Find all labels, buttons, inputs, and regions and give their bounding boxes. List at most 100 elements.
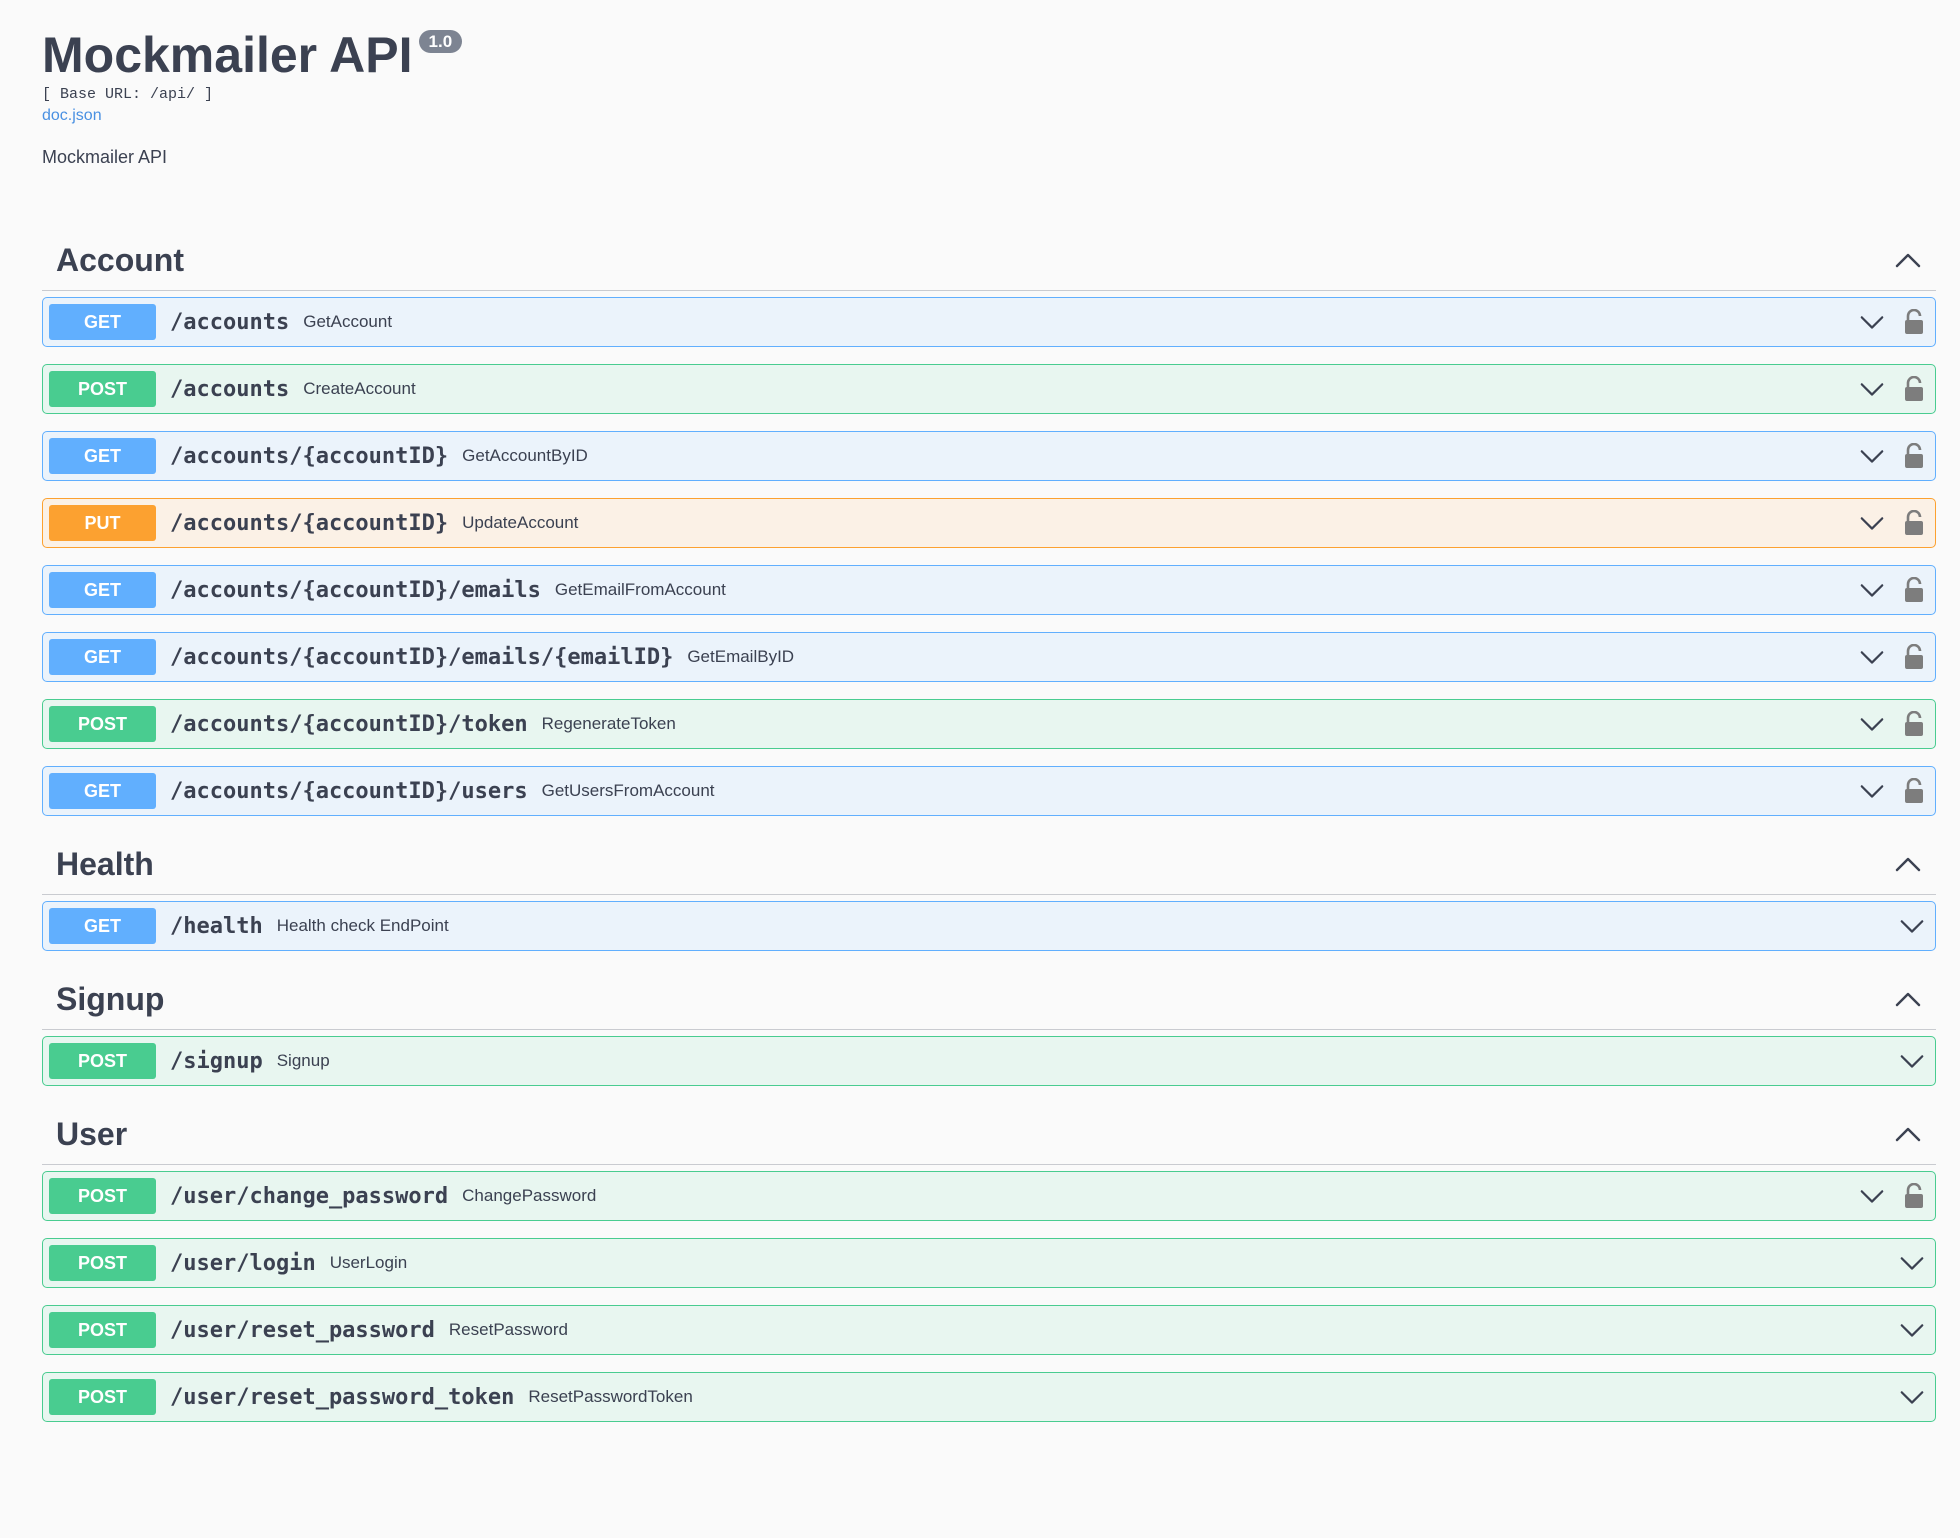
method-badge: GET (49, 304, 156, 340)
lock-icon[interactable] (1903, 577, 1925, 603)
operation-path: /user/change_password (170, 1183, 449, 1209)
section-health: Health GET/health Health check EndPoint (42, 834, 1936, 951)
base-url: [ Base URL: /api/ ] (42, 86, 214, 103)
operation-put[interactable]: PUT/accounts/{accountID} UpdateAccount (42, 498, 1936, 548)
chevron-down-icon[interactable] (1859, 581, 1885, 599)
lock-icon[interactable] (1903, 510, 1925, 536)
operation-get[interactable]: GET/accounts/{accountID}/emails GetEmailF… (42, 565, 1936, 615)
operation-post[interactable]: POST/accounts/{accountID}/token Regenerat… (42, 699, 1936, 749)
chevron-down-icon[interactable] (1899, 1388, 1925, 1406)
operation-summary: RegenerateToken (541, 714, 676, 733)
page-title: Mockmailer API (42, 27, 413, 83)
operation-path: /signup (170, 1048, 263, 1074)
lock-icon[interactable] (1903, 443, 1925, 469)
method-badge: POST (49, 1379, 156, 1415)
method-badge: POST (49, 1043, 156, 1079)
section-header[interactable]: Account (42, 230, 1936, 291)
method-badge: POST (49, 1312, 156, 1348)
operation-summary: GetEmailFromAccount (554, 580, 726, 599)
method-badge: POST (49, 371, 156, 407)
operation-post[interactable]: POST/user/reset_password ResetPassword (42, 1305, 1936, 1355)
chevron-down-icon[interactable] (1859, 648, 1885, 666)
method-badge: POST (49, 706, 156, 742)
section-header[interactable]: User (42, 1104, 1936, 1165)
lock-icon[interactable] (1903, 309, 1925, 335)
operation-path: /accounts (170, 309, 290, 335)
operation-summary: UpdateAccount (462, 513, 579, 532)
section-title: Signup (56, 980, 165, 1017)
operation-summary: GetAccount (303, 312, 393, 331)
method-badge: GET (49, 572, 156, 608)
operation-get[interactable]: GET/accounts/{accountID}/emails/{emailID… (42, 632, 1936, 682)
operation-summary: GetAccountByID (462, 446, 588, 465)
chevron-down-icon[interactable] (1859, 782, 1885, 800)
chevron-down-icon[interactable] (1899, 1321, 1925, 1339)
section-header[interactable]: Signup (42, 969, 1936, 1030)
lock-icon[interactable] (1903, 711, 1925, 737)
operation-path: /accounts/{accountID}/emails (170, 577, 541, 603)
operation-summary: GetUsersFromAccount (541, 781, 715, 800)
operation-summary: UserLogin (329, 1253, 408, 1272)
lock-icon[interactable] (1903, 376, 1925, 402)
title-row: Mockmailer API 1.0 (42, 26, 1936, 84)
lock-icon[interactable] (1903, 1183, 1925, 1209)
chevron-down-icon[interactable] (1859, 1187, 1885, 1205)
section-title: User (56, 1115, 128, 1152)
method-badge: GET (49, 773, 156, 809)
operation-summary: ResetPassword (448, 1320, 568, 1339)
chevron-down-icon[interactable] (1859, 380, 1885, 398)
operation-path: /health (170, 913, 263, 939)
section-title: Account (56, 241, 184, 278)
chevron-down-icon[interactable] (1899, 917, 1925, 935)
api-description: Mockmailer API (42, 147, 168, 167)
chevron-down-icon[interactable] (1859, 313, 1885, 331)
chevron-down-icon[interactable] (1859, 447, 1885, 465)
method-badge: GET (49, 438, 156, 474)
operation-summary: ChangePassword (462, 1186, 597, 1205)
chevron-up-icon[interactable] (1894, 854, 1922, 874)
operation-post[interactable]: POST/user/reset_password_token ResetPassw… (42, 1372, 1936, 1422)
operation-get[interactable]: GET/accounts/{accountID}/users GetUsersFr… (42, 766, 1936, 816)
operation-summary: Signup (276, 1051, 330, 1070)
operation-post[interactable]: POST/user/change_password ChangePassword (42, 1171, 1936, 1221)
chevron-up-icon[interactable] (1894, 989, 1922, 1009)
chevron-up-icon[interactable] (1894, 250, 1922, 270)
section-title: Health (56, 845, 154, 882)
section-user: User POST/user/change_password ChangePassw… (42, 1104, 1936, 1422)
chevron-down-icon[interactable] (1859, 715, 1885, 733)
swagger-page: Mockmailer API 1.0 [ Base URL: /api/ ] d… (0, 0, 1960, 1422)
version-badge: 1.0 (418, 30, 463, 53)
chevron-down-icon[interactable] (1859, 514, 1885, 532)
operation-get[interactable]: GET/accounts/{accountID} GetAccountByID (42, 431, 1936, 481)
operation-get[interactable]: GET/accounts GetAccount (42, 297, 1936, 347)
operation-path: /accounts (170, 376, 290, 402)
operation-path: /accounts/{accountID}/emails/{emailID} (170, 644, 674, 670)
operation-post[interactable]: POST/signup Signup (42, 1036, 1936, 1086)
operation-summary: CreateAccount (303, 379, 416, 398)
operation-summary: ResetPasswordToken (528, 1387, 693, 1406)
operation-sections: Account GET/accounts GetAccount POST/accoun… (42, 230, 1936, 1422)
method-badge: POST (49, 1245, 156, 1281)
api-info: Mockmailer API 1.0 [ Base URL: /api/ ] d… (42, 0, 1936, 168)
method-badge: GET (49, 639, 156, 675)
chevron-up-icon[interactable] (1894, 1124, 1922, 1144)
section-header[interactable]: Health (42, 834, 1936, 895)
operation-post[interactable]: POST/accounts CreateAccount (42, 364, 1936, 414)
chevron-down-icon[interactable] (1899, 1052, 1925, 1070)
doc-json-link[interactable]: doc.json (42, 107, 102, 125)
operation-get[interactable]: GET/health Health check EndPoint (42, 901, 1936, 951)
chevron-down-icon[interactable] (1899, 1254, 1925, 1272)
operation-path: /accounts/{accountID} (170, 443, 449, 469)
operation-path: /accounts/{accountID} (170, 510, 449, 536)
lock-icon[interactable] (1903, 644, 1925, 670)
method-badge: PUT (49, 505, 156, 541)
operation-summary: Health check EndPoint (276, 916, 449, 935)
operation-post[interactable]: POST/user/login UserLogin (42, 1238, 1936, 1288)
operation-path: /user/reset_password_token (170, 1384, 515, 1410)
section-account: Account GET/accounts GetAccount POST/accoun… (42, 230, 1936, 816)
section-signup: Signup POST/signup Signup (42, 969, 1936, 1086)
lock-icon[interactable] (1903, 778, 1925, 804)
operation-path: /accounts/{accountID}/users (170, 778, 528, 804)
operation-path: /accounts/{accountID}/token (170, 711, 528, 737)
operation-path: /user/login (170, 1250, 316, 1276)
